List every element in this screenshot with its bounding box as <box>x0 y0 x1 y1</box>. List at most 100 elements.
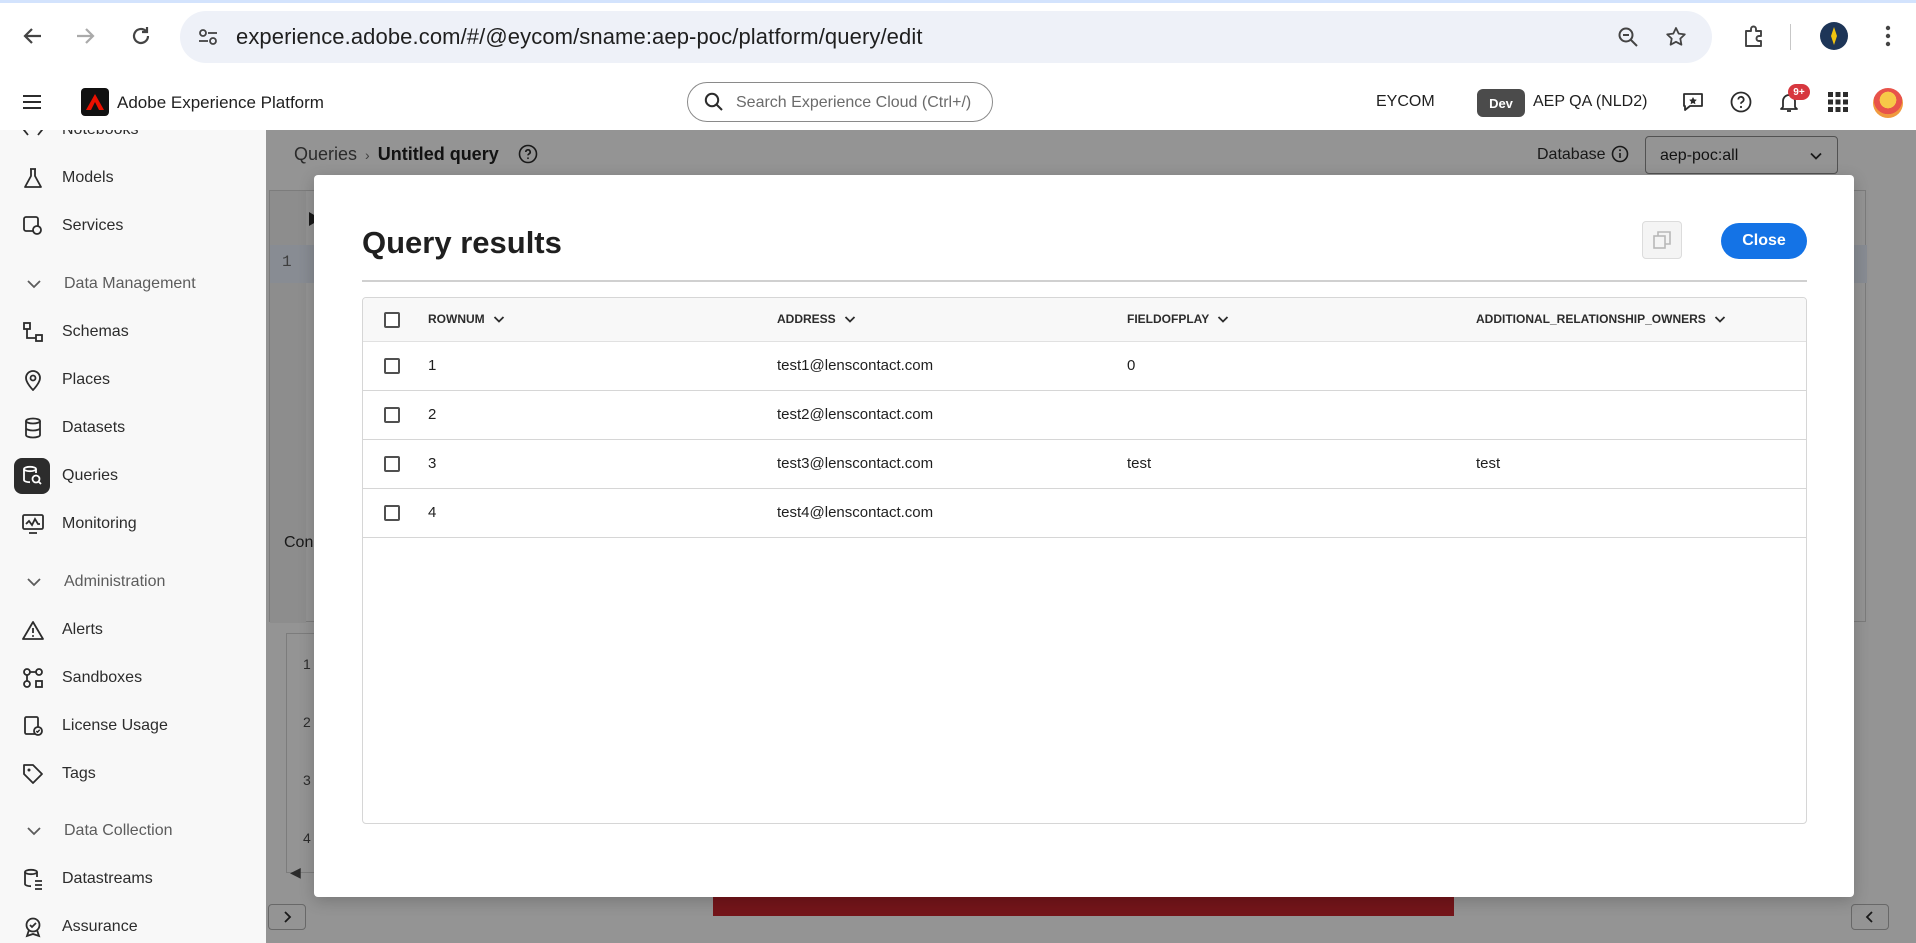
column-header-additional-relationship-owners[interactable]: ADDITIONAL_RELATIONSHIP_OWNERS <box>1476 312 1726 326</box>
monitoring-icon <box>20 512 46 536</box>
database-icon <box>20 416 46 440</box>
app-title[interactable]: Adobe Experience Platform <box>117 93 324 113</box>
browser-toolbar: experience.adobe.com/#/@eycom/sname:aep-… <box>0 0 1916 74</box>
chevron-down-icon <box>493 316 504 323</box>
table-row[interactable]: 2 test2@lenscontact.com <box>363 391 1806 440</box>
column-header-rownum[interactable]: ROWNUM <box>428 312 505 326</box>
sandbox-switcher[interactable]: AEP QA (NLD2) <box>1533 93 1647 111</box>
cell-address: test2@lenscontact.com <box>777 406 934 423</box>
section-data-collection[interactable]: Data Collection <box>0 811 266 851</box>
cell-rownum: 4 <box>428 504 437 521</box>
row-checkbox[interactable] <box>384 505 400 521</box>
query-icon <box>14 458 50 494</box>
section-data-management[interactable]: Data Management <box>0 264 266 304</box>
browser-menu-button[interactable] <box>1870 18 1906 54</box>
environment-badge: Dev <box>1477 89 1525 117</box>
sidebar-item-alerts[interactable]: Alerts <box>0 608 266 652</box>
schema-icon <box>20 320 46 344</box>
sidebar-item-tags[interactable]: Tags <box>0 752 266 796</box>
services-icon <box>20 214 46 238</box>
user-avatar[interactable] <box>1873 88 1903 118</box>
hamburger-menu-icon[interactable] <box>20 90 44 114</box>
arrow-right-icon <box>77 28 95 44</box>
license-icon <box>20 714 46 738</box>
dialog-title: Query results <box>362 225 562 260</box>
app-switcher-grid-icon[interactable] <box>1824 88 1852 116</box>
sidebar-item-services[interactable]: Services <box>0 204 266 248</box>
close-button[interactable]: Close <box>1721 223 1807 259</box>
cell-rownum: 3 <box>428 455 437 472</box>
table-row[interactable]: 1 test1@lenscontact.com 0 <box>363 342 1806 391</box>
reload-icon <box>132 27 150 45</box>
copy-icon <box>1653 231 1671 249</box>
toolbar-separator <box>1790 24 1791 50</box>
arrow-left-icon <box>23 28 41 44</box>
alert-icon <box>20 618 46 642</box>
sidebar-item-notebooks[interactable]: Notebooks <box>0 130 266 152</box>
sidebar-item-sandboxes[interactable]: Sandboxes <box>0 656 266 700</box>
column-header-label: ROWNUM <box>428 312 485 326</box>
search-placeholder: Search Experience Cloud (Ctrl+/) <box>736 94 972 111</box>
cell-fieldofplay: test <box>1127 455 1152 472</box>
section-administration[interactable]: Administration <box>0 562 266 602</box>
org-switcher[interactable]: EYCOM <box>1376 93 1435 111</box>
sidebar-item-places[interactable]: Places <box>0 358 266 402</box>
url-text[interactable]: experience.adobe.com/#/@eycom/sname:aep-… <box>236 24 923 50</box>
help-icon[interactable] <box>1727 88 1755 116</box>
copy-results-button[interactable] <box>1642 221 1682 259</box>
search-input[interactable]: Search Experience Cloud (Ctrl+/) <box>687 82 993 122</box>
forward-button[interactable] <box>67 18 103 54</box>
profile-avatar-icon <box>1820 22 1848 50</box>
row-checkbox[interactable] <box>384 407 400 423</box>
sandbox-icon <box>20 666 46 690</box>
table-row[interactable]: 3 test3@lenscontact.com test test <box>363 440 1806 489</box>
chevron-down-icon <box>844 316 855 323</box>
sidebar-item-label: Datasets <box>62 419 126 436</box>
sidebar-item-queries[interactable]: Queries <box>0 454 266 498</box>
column-header-label: FIELDOFPLAY <box>1127 312 1210 326</box>
sidebar-item-monitoring[interactable]: Monitoring <box>0 502 266 546</box>
zoom-icon[interactable] <box>1614 23 1642 51</box>
chevron-down-icon <box>1218 316 1229 323</box>
column-header-fieldofplay[interactable]: FIELDOFPLAY <box>1127 312 1229 326</box>
section-label: Administration <box>64 573 166 590</box>
select-all-checkbox[interactable] <box>384 312 400 328</box>
notification-count-badge: 9+ <box>1788 84 1810 100</box>
pin-icon <box>20 368 46 392</box>
sidebar-item-label: Alerts <box>62 621 103 638</box>
sidebar-item-schemas[interactable]: Schemas <box>0 310 266 354</box>
sidebar-item-label: Services <box>62 217 124 234</box>
sidebar-item-datasets[interactable]: Datasets <box>0 406 266 450</box>
column-header-address[interactable]: ADDRESS <box>777 312 856 326</box>
extensions-button[interactable] <box>1736 18 1772 54</box>
sidebar-item-models[interactable]: Models <box>0 156 266 200</box>
results-table: ROWNUM ADDRESS FIELDOFPLAY ADDITIONAL_RE… <box>362 297 1807 824</box>
sidebar-item-datastreams[interactable]: Datastreams <box>0 857 266 901</box>
sidebar-item-assurance[interactable]: Assurance <box>0 905 266 943</box>
table-row[interactable]: 4 test4@lenscontact.com <box>363 489 1806 538</box>
reload-button[interactable] <box>123 18 159 54</box>
sidebar-item-license-usage[interactable]: License Usage <box>0 704 266 748</box>
sidebar-item-label: Sandboxes <box>62 669 143 686</box>
cell-address: test1@lenscontact.com <box>777 357 934 374</box>
sidebar-item-label: Notebooks <box>62 130 139 139</box>
sidebar-item-label: Monitoring <box>62 515 137 532</box>
adobe-logo-icon[interactable] <box>81 88 109 116</box>
search-icon <box>704 92 724 117</box>
kebab-menu-icon <box>1885 25 1891 47</box>
profile-button[interactable] <box>1816 18 1852 54</box>
row-checkbox[interactable] <box>384 456 400 472</box>
feedback-icon[interactable] <box>1679 88 1707 116</box>
notebooks-icon <box>20 130 46 142</box>
bookmark-star-icon[interactable] <box>1662 23 1690 51</box>
site-settings-icon[interactable] <box>196 25 220 49</box>
sidebar-item-label: License Usage <box>62 717 168 734</box>
tab-strip-edge <box>0 0 1916 3</box>
sidebar-item-label: Queries <box>62 467 119 484</box>
row-checkbox[interactable] <box>384 358 400 374</box>
cell-address: test3@lenscontact.com <box>777 455 934 472</box>
address-bar[interactable]: experience.adobe.com/#/@eycom/sname:aep-… <box>180 11 1712 63</box>
back-button[interactable] <box>15 18 51 54</box>
chevron-down-icon <box>26 823 42 844</box>
tag-icon <box>20 762 46 786</box>
